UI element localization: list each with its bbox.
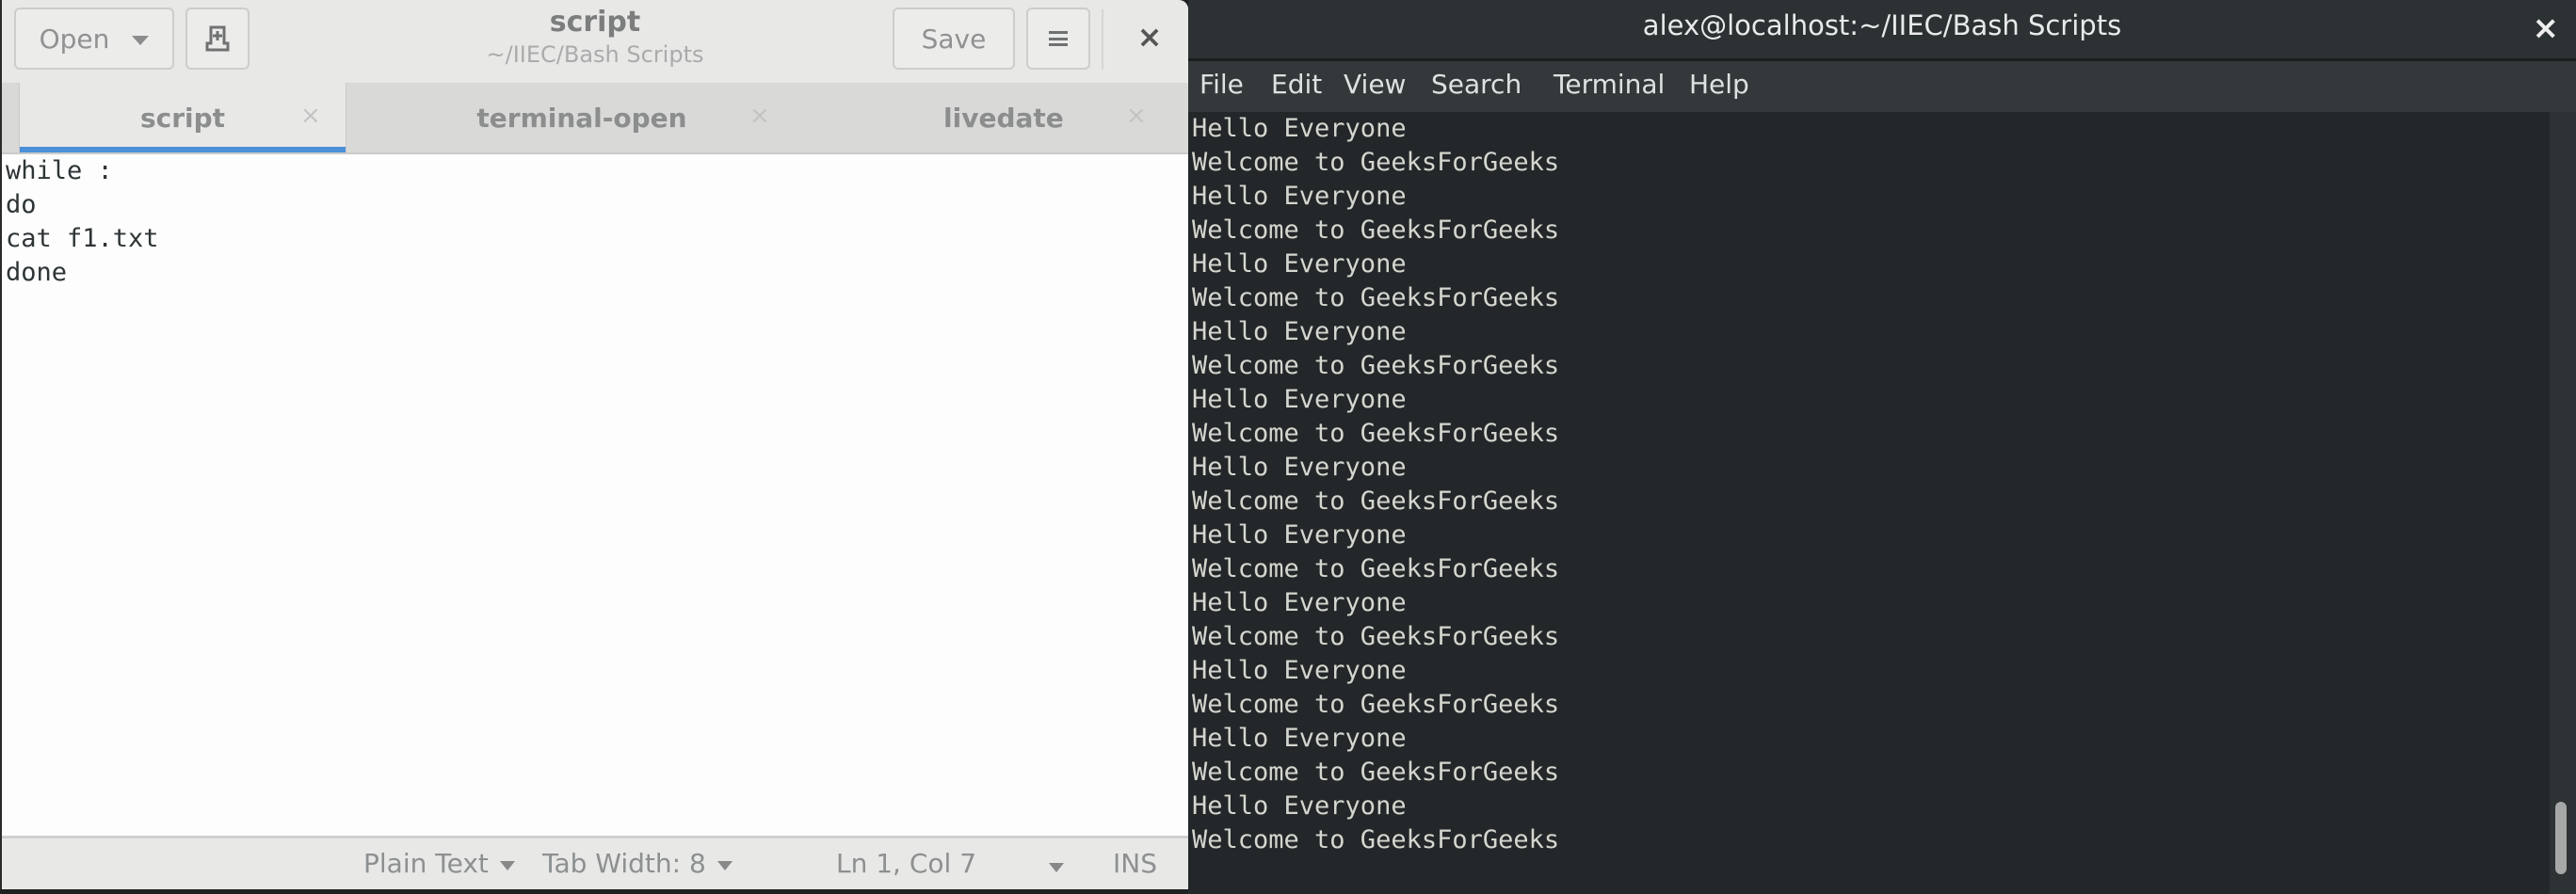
terminal-line: Hello Everyone (1192, 520, 1407, 550)
tab-livedate[interactable]: livedate × (817, 83, 1188, 152)
tab-label: livedate (943, 102, 1064, 134)
menu-view[interactable]: View (1344, 69, 1406, 100)
scrollbar-thumb[interactable] (2555, 801, 2567, 875)
terminal-line: Welcome to GeeksForGeeks (1192, 487, 1560, 516)
tab-label: script (139, 102, 226, 134)
terminal-line: Hello Everyone (1192, 385, 1407, 414)
window-subtitle-path: ~/IIEC/Bash Scripts (486, 41, 704, 68)
hamburger-menu-icon (1049, 31, 1068, 46)
active-tab-indicator (20, 147, 346, 152)
menu-terminal[interactable]: Terminal (1554, 69, 1665, 100)
terminal-line: Welcome to GeeksForGeeks (1192, 351, 1560, 380)
window-title: script (549, 6, 641, 39)
open-button-label: Open (39, 23, 110, 55)
terminal-line: Welcome to GeeksForGeeks (1192, 622, 1560, 651)
terminal-line: Hello Everyone (1192, 791, 1407, 821)
code-editor-area[interactable]: while : do cat f1.txt done (2, 154, 1188, 836)
header-separator (1102, 9, 1103, 70)
code-line: do (6, 190, 37, 219)
close-window-button[interactable]: × (1130, 17, 1169, 56)
terminal-line: Welcome to GeeksForGeeks (1192, 419, 1560, 448)
terminal-line: Hello Everyone (1192, 588, 1407, 617)
chevron-down-icon (499, 860, 515, 870)
menu-button[interactable] (1026, 8, 1090, 70)
editor-header-bar: Open script ~/IIEC/Bash Scripts Save × (2, 0, 1188, 85)
tab-script[interactable]: script × (19, 83, 346, 152)
terminal-line: Hello Everyone (1192, 724, 1407, 753)
terminal-line: Welcome to GeeksForGeeks (1192, 216, 1560, 245)
terminal-line: Hello Everyone (1192, 249, 1407, 279)
terminal-line: Welcome to GeeksForGeeks (1192, 283, 1560, 312)
terminal-line: Welcome to GeeksForGeeks (1192, 758, 1560, 787)
close-tab-icon[interactable]: × (300, 102, 321, 130)
language-selector[interactable]: Plain Text (363, 848, 515, 879)
chevron-down-icon (1049, 863, 1064, 872)
text-editor-window: Open script ~/IIEC/Bash Scripts Save × s… (0, 0, 1188, 889)
terminal-line: Welcome to GeeksForGeeks (1192, 554, 1560, 583)
terminal-line: Welcome to GeeksForGeeks (1192, 690, 1560, 719)
code-line: while : (6, 156, 113, 185)
terminal-line: Hello Everyone (1192, 656, 1407, 685)
cursor-position[interactable]: Ln 1, Col 7 (836, 848, 976, 879)
terminal-window: alex@localhost:~/IIEC/Bash Scripts × Fil… (1188, 0, 2576, 894)
terminal-line: Hello Everyone (1192, 317, 1407, 346)
open-button[interactable]: Open (14, 8, 174, 70)
position-menu-button[interactable] (1038, 859, 1064, 872)
tab-width-label: Tab Width: 8 (542, 848, 706, 879)
terminal-menu-bar: File Edit View Search Terminal Help (1188, 61, 2576, 112)
code-line: done (6, 258, 68, 287)
terminal-line: Hello Everyone (1192, 182, 1407, 211)
terminal-line: Hello Everyone (1192, 453, 1407, 482)
terminal-line: Welcome to GeeksForGeeks (1192, 825, 1560, 854)
document-tab-bar: script × terminal-open × livedate × (2, 83, 1188, 154)
tab-width-selector[interactable]: Tab Width: 8 (542, 848, 733, 879)
menu-edit[interactable]: Edit (1271, 69, 1322, 100)
terminal-title-bar: alex@localhost:~/IIEC/Bash Scripts × (1188, 0, 2576, 61)
terminal-line: Hello Everyone (1192, 114, 1407, 143)
menu-search[interactable]: Search (1431, 69, 1521, 100)
terminal-line: Welcome to GeeksForGeeks (1192, 148, 1560, 177)
save-button[interactable]: Save (893, 8, 1015, 70)
tab-terminal-open[interactable]: terminal-open × (346, 83, 817, 152)
editor-status-bar: Plain Text Tab Width: 8 Ln 1, Col 7 INS (2, 836, 1188, 889)
close-window-button[interactable]: × (2533, 9, 2560, 47)
close-tab-icon[interactable]: × (749, 102, 770, 130)
tab-label: terminal-open (476, 102, 687, 134)
new-document-button[interactable] (185, 8, 250, 70)
terminal-output[interactable]: Hello Everyone Welcome to GeeksForGeeks He… (1188, 112, 2550, 894)
new-document-icon (205, 25, 230, 52)
terminal-title: alex@localhost:~/IIEC/Bash Scripts (1642, 9, 2122, 41)
chevron-down-icon (132, 36, 150, 45)
menu-help[interactable]: Help (1689, 69, 1749, 100)
language-label: Plain Text (363, 848, 489, 879)
insert-mode-indicator[interactable]: INS (1113, 848, 1157, 879)
menu-file[interactable]: File (1199, 69, 1244, 100)
close-tab-icon[interactable]: × (1126, 102, 1147, 130)
code-line: cat f1.txt (6, 224, 159, 253)
terminal-scrollbar[interactable] (2550, 112, 2576, 894)
chevron-down-icon (716, 860, 733, 870)
